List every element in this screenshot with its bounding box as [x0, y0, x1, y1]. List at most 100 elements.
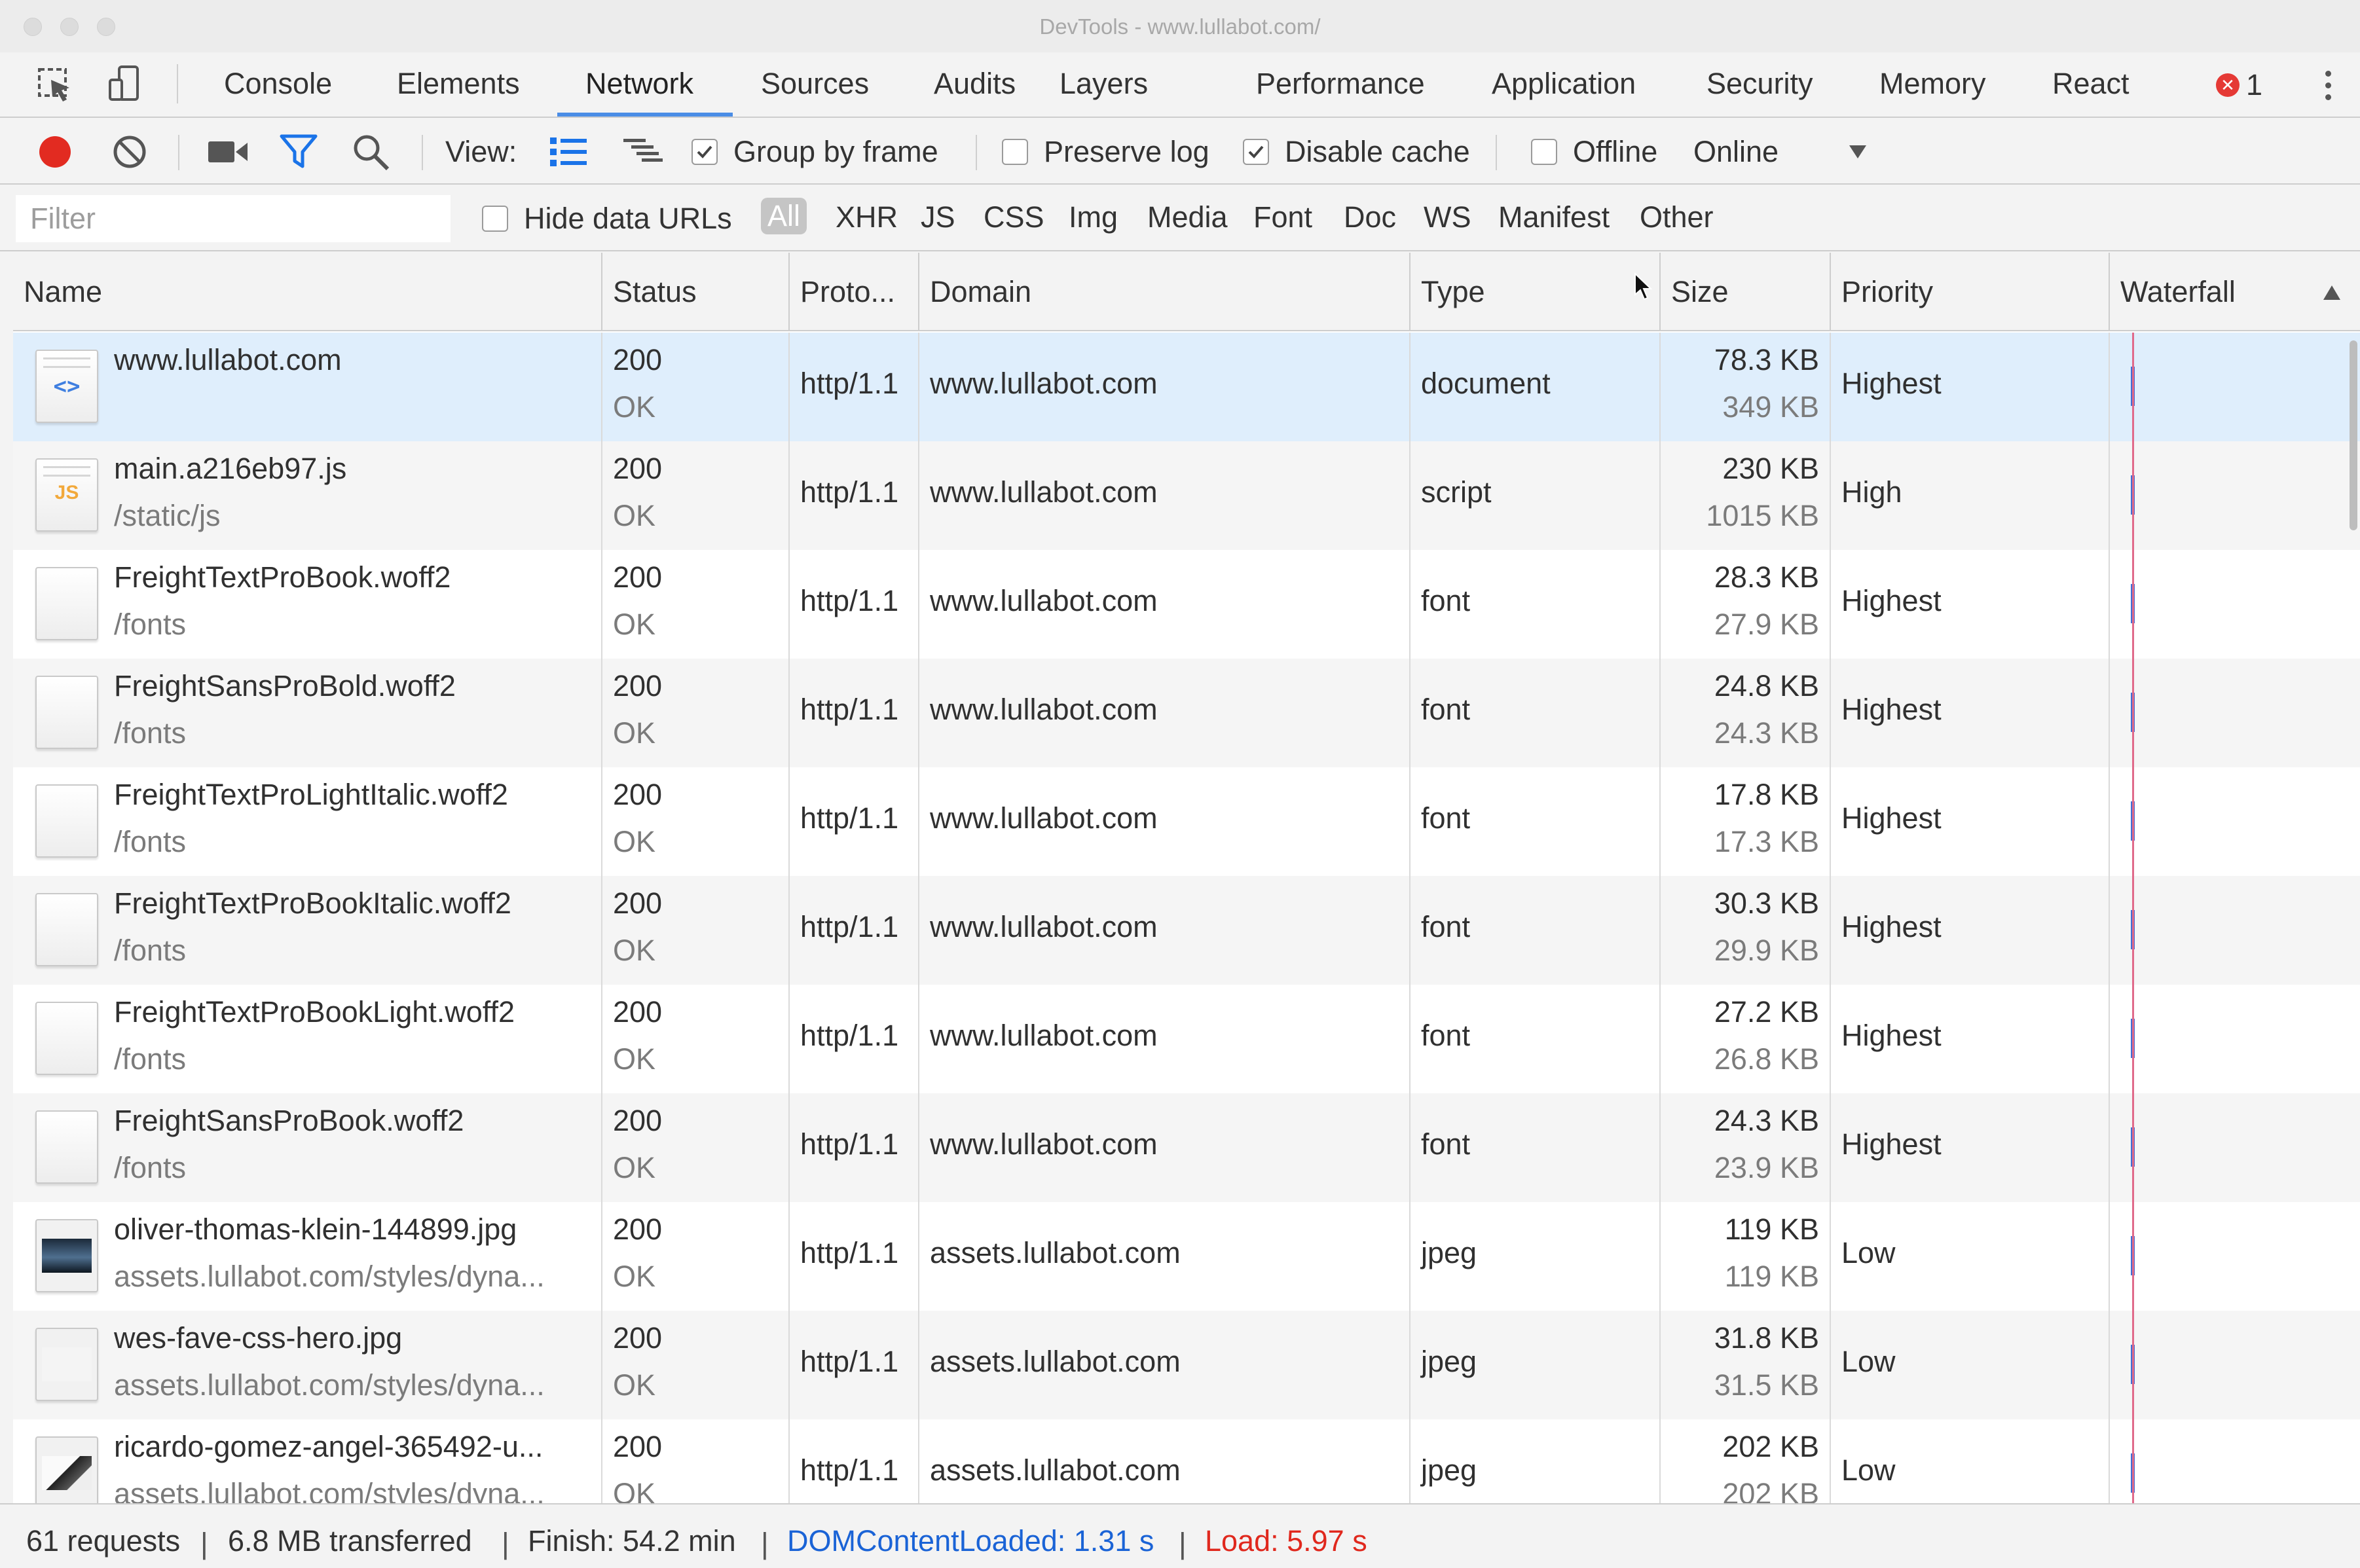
tab-application[interactable]: Application: [1492, 67, 1636, 101]
thumbnail-picture: [42, 1347, 92, 1381]
resource-size: 24.3 KB: [1714, 716, 1819, 750]
large-rows-icon[interactable]: [549, 131, 588, 173]
request-protocol: http/1.1: [800, 1453, 899, 1487]
column-header-name[interactable]: Name: [13, 253, 602, 331]
throttling-select[interactable]: Online: [1693, 131, 1779, 173]
cell-name: FreightTextProBookItalic.woff2/fonts: [13, 876, 602, 985]
column-header-protocol[interactable]: Proto...: [790, 253, 919, 331]
cell-type: font: [1410, 659, 1661, 767]
table-row[interactable]: oliver-thomas-klein-144899.jpg assets.lul…: [13, 1202, 2360, 1311]
tab-memory[interactable]: Memory: [1879, 67, 1986, 101]
request-name: oliver-thomas-klein-144899.jpg: [114, 1212, 517, 1246]
filter-type-img[interactable]: Img: [1069, 200, 1118, 234]
cell-priority: Highest: [1831, 333, 2110, 441]
tab-performance[interactable]: Performance: [1256, 67, 1425, 101]
tab-audits[interactable]: Audits: [934, 67, 1016, 101]
tab-elements[interactable]: Elements: [397, 67, 520, 101]
request-priority: Highest: [1841, 367, 1942, 400]
error-counter[interactable]: ✕ 1: [2216, 65, 2262, 105]
filter-type-all[interactable]: All: [761, 198, 807, 234]
cell-protocol: http/1.1: [790, 441, 919, 550]
overview-icon[interactable]: [622, 131, 664, 173]
filter-type-js[interactable]: JS: [921, 200, 955, 234]
cell-domain: www.lullabot.com: [919, 441, 1410, 550]
preserve-log-check[interactable]: [1002, 139, 1028, 165]
table-row[interactable]: JS main.a216eb97.js/static/js 200 OK http/1.…: [13, 441, 2360, 550]
column-header-status[interactable]: Status: [602, 253, 790, 331]
record-button[interactable]: [38, 131, 72, 173]
table-row[interactable]: FreightSansProBold.woff2/fonts 200 OK http/…: [13, 659, 2360, 767]
group-by-frame-check[interactable]: [691, 139, 718, 165]
table-row[interactable]: FreightTextProBookLight.woff2/fonts 200 OK…: [13, 985, 2360, 1093]
filter-type-css[interactable]: CSS: [984, 200, 1044, 234]
table-row[interactable]: FreightSansProBook.woff2/fonts 200 OK http/…: [13, 1093, 2360, 1202]
disable-cache-check[interactable]: [1243, 139, 1269, 165]
more-options-icon[interactable]: [2318, 68, 2338, 105]
filter-type-media[interactable]: Media: [1147, 200, 1228, 234]
table-row[interactable]: FreightTextProBookItalic.woff2/fonts 200 O…: [13, 876, 2360, 985]
column-header-priority[interactable]: Priority: [1831, 253, 2110, 331]
inspect-element-icon[interactable]: [35, 64, 77, 106]
cell-domain: www.lullabot.com: [919, 767, 1410, 876]
request-priority: Highest: [1841, 584, 1942, 617]
tab-network[interactable]: Network: [585, 67, 693, 101]
network-request-table: Name Status Proto... Domain Type Size Pr…: [13, 253, 2360, 1503]
clear-icon[interactable]: [111, 131, 148, 173]
status-code: 200: [613, 669, 663, 702]
cell-waterfall: [2110, 1093, 2360, 1202]
tab-layers[interactable]: Layers: [1060, 67, 1148, 101]
status-separator: |: [1179, 1527, 1187, 1560]
cell-waterfall: [2110, 659, 2360, 767]
request-type: font: [1421, 801, 1471, 835]
cell-domain: assets.lullabot.com: [919, 1202, 1410, 1311]
cell-domain: www.lullabot.com: [919, 550, 1410, 659]
table-row[interactable]: FreightTextProBook.woff2/fonts 200 OK http/…: [13, 550, 2360, 659]
status-text: OK: [613, 1477, 656, 1503]
group-by-frame-checkbox[interactable]: Group by frame: [691, 131, 938, 173]
column-header-waterfall[interactable]: Waterfall: [2110, 253, 2360, 331]
cell-size: 24.3 KB 23.9 KB: [1661, 1093, 1831, 1202]
table-row[interactable]: FreightTextProLightItalic.woff2/fonts 200…: [13, 767, 2360, 876]
column-header-size[interactable]: Size: [1661, 253, 1831, 331]
resource-size: 31.5 KB: [1714, 1368, 1819, 1402]
resource-size: 349 KB: [1722, 390, 1819, 424]
tab-console[interactable]: Console: [224, 67, 332, 101]
hide-data-urls-checkbox[interactable]: Hide data URLs: [482, 198, 732, 240]
status-code: 200: [613, 995, 663, 1029]
preserve-log-checkbox[interactable]: Preserve log: [1002, 131, 1209, 173]
group-by-frame-label: Group by frame: [733, 135, 938, 168]
offline-check[interactable]: [1531, 139, 1557, 165]
cell-priority: Low: [1831, 1311, 2110, 1419]
table-row[interactable]: <> www.lullabot.com 200 OK http/1.1 www.lulla…: [13, 333, 2360, 441]
table-row[interactable]: wes-fave-css-hero.jpg assets.lullabot.com…: [13, 1311, 2360, 1419]
disable-cache-checkbox[interactable]: Disable cache: [1243, 131, 1470, 173]
filter-type-manifest[interactable]: Manifest: [1498, 200, 1610, 234]
request-priority: Low: [1841, 1236, 1896, 1269]
screenshot-camera-icon[interactable]: [207, 131, 249, 173]
mouse-cursor-icon: [1634, 272, 1653, 301]
cell-size: 202 KB 202 KB: [1661, 1419, 1831, 1503]
search-icon[interactable]: [351, 131, 390, 173]
status-code: 200: [613, 1212, 663, 1246]
column-header-domain[interactable]: Domain: [919, 253, 1410, 331]
column-header-type[interactable]: Type: [1410, 253, 1661, 331]
tab-sources[interactable]: Sources: [761, 67, 869, 101]
table-scrollbar[interactable]: [2350, 340, 2357, 530]
filter-type-ws[interactable]: WS: [1424, 200, 1471, 234]
filter-type-doc[interactable]: Doc: [1344, 200, 1396, 234]
status-text: OK: [613, 825, 656, 858]
tab-react[interactable]: React: [2052, 67, 2130, 101]
hide-data-urls-check[interactable]: [482, 206, 508, 232]
filter-input[interactable]: [16, 195, 451, 242]
tab-security[interactable]: Security: [1706, 67, 1813, 101]
device-toolbar-icon[interactable]: [105, 64, 147, 106]
offline-checkbox[interactable]: Offline: [1531, 131, 1657, 173]
filter-type-xhr[interactable]: XHR: [836, 200, 898, 234]
transfer-size: 28.3 KB: [1714, 560, 1819, 594]
cell-protocol: http/1.1: [790, 876, 919, 985]
filter-type-font[interactable]: Font: [1253, 200, 1312, 234]
filter-type-other[interactable]: Other: [1640, 200, 1714, 234]
table-row[interactable]: ricardo-gomez-angel-365492-u... assets.lu…: [13, 1419, 2360, 1503]
filter-icon[interactable]: [279, 131, 318, 173]
chevron-down-icon[interactable]: [1848, 131, 1868, 173]
